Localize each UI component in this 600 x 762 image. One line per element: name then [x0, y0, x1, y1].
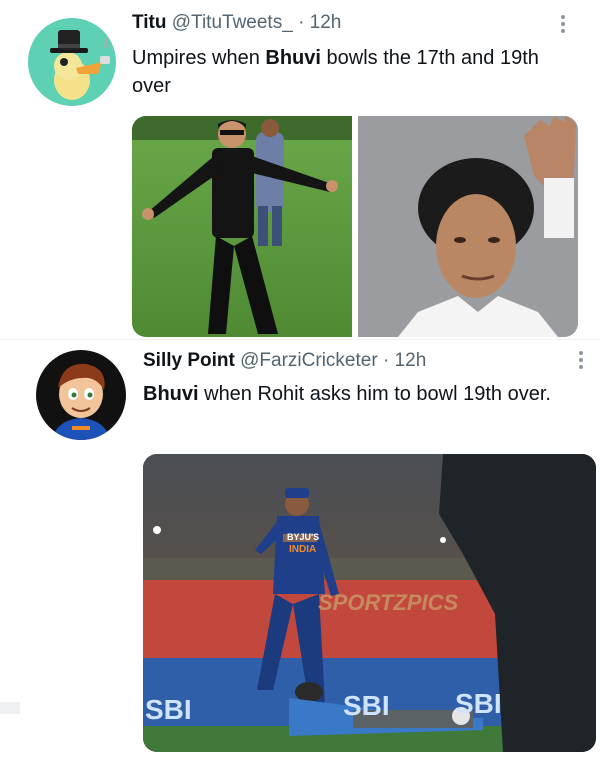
jersey-team-text: INDIA — [289, 544, 317, 555]
board-sbi-right-text: SBI — [455, 688, 502, 719]
duck-with-hat-avatar-icon[interactable] — [28, 18, 116, 106]
timestamp[interactable]: · 12h — [383, 350, 426, 371]
tweet-text: Umpires when Bhuvi bowls the 17th and 19… — [132, 47, 539, 97]
board-sbi-mid-text: SBI — [343, 690, 390, 721]
tweet-1[interactable]: Titu @TituTweets_ · 12h Umpires when Bhu… — [0, 0, 600, 338]
jersey-brand-text: BYJU'S — [287, 532, 320, 542]
board-sbi-left-text: SBI — [145, 694, 192, 725]
cricketer-lying-on-ground-stadium-image[interactable]: BYJU'S INDIA SPORTZPICS SBI SBI SBI — [143, 454, 596, 752]
man-waving-closeup-image[interactable] — [358, 116, 578, 337]
tweet-header: Silly Point @FarziCricketer · 12h — [143, 350, 426, 372]
author-name[interactable]: Silly Point — [143, 350, 235, 371]
watermark-text: SPORTZPICS — [318, 590, 459, 615]
timestamp[interactable]: · 12h — [298, 12, 341, 33]
tweet-2[interactable]: Silly Point @FarziCricketer · 12h Bhuvi … — [0, 340, 600, 762]
more-options-icon[interactable] — [579, 348, 585, 372]
scroll-edge — [0, 702, 20, 714]
tweet-header: Titu @TituTweets_ · 12h — [132, 12, 341, 34]
author-handle[interactable]: @FarziCricketer — [240, 350, 378, 371]
cartoon-boy-india-jersey-avatar-icon[interactable] — [36, 350, 126, 440]
man-in-black-arms-spread-on-field-image[interactable] — [132, 116, 352, 337]
author-name[interactable]: Titu — [132, 12, 166, 33]
tweet-text: Bhuvi when Rohit asks him to bowl 19th o… — [143, 383, 551, 405]
more-options-icon[interactable] — [561, 12, 567, 36]
author-handle[interactable]: @TituTweets_ — [172, 12, 293, 33]
media-grid — [132, 116, 578, 337]
